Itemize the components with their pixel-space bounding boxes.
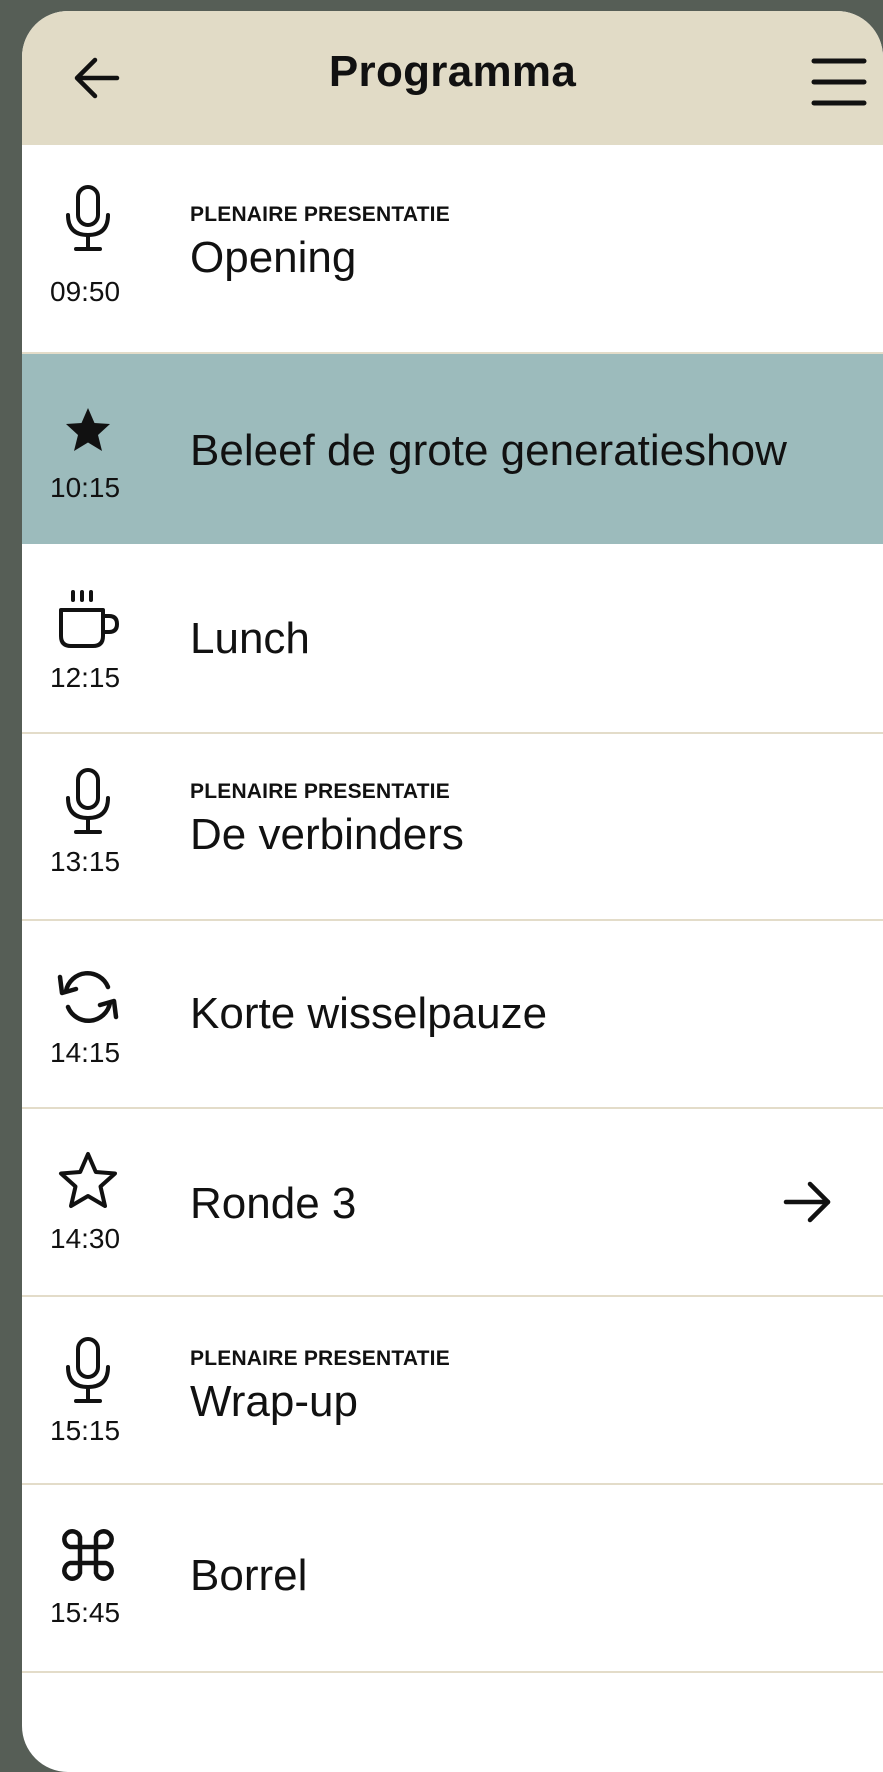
- item-time: 10:15: [50, 472, 121, 503]
- menu-button[interactable]: [794, 47, 883, 117]
- item-title: De verbinders: [190, 810, 464, 859]
- item-time: 15:15: [50, 1415, 121, 1446]
- item-time: 14:30: [50, 1223, 121, 1254]
- hamburger-menu-icon: [811, 56, 867, 108]
- item-title: Opening: [190, 233, 357, 282]
- program-item[interactable]: 15:15 PLENAIRE PRESENTATIE Wrap-up: [22, 1297, 883, 1485]
- microphone-icon: [54, 183, 122, 255]
- program-item[interactable]: 15:45 Borrel: [22, 1485, 883, 1673]
- item-category: PLENAIRE PRESENTATIE: [190, 203, 450, 226]
- app-screen: Programma 09:50 PLENAIRE PRESENTATIE Ope…: [22, 11, 883, 1772]
- item-category: PLENAIRE PRESENTATIE: [190, 780, 450, 803]
- item-time: 15:45: [50, 1597, 121, 1628]
- program-item[interactable]: 13:15 PLENAIRE PRESENTATIE De verbinders: [22, 734, 883, 921]
- star-filled-icon: [54, 394, 122, 466]
- item-title: Ronde 3: [190, 1179, 357, 1228]
- arrow-right-icon[interactable]: [780, 1177, 836, 1227]
- item-title: Korte wisselpauze: [190, 989, 548, 1038]
- program-item[interactable]: 14:30 Ronde 3: [22, 1109, 883, 1297]
- command-icon: [54, 1519, 122, 1591]
- coffee-cup-icon: [54, 584, 122, 656]
- item-title: Wrap-up: [190, 1377, 358, 1426]
- item-title: Beleef de grote generatieshow: [190, 426, 787, 475]
- item-time: 13:15: [50, 846, 121, 877]
- item-time: 12:15: [50, 662, 121, 693]
- item-title: Borrel: [190, 1551, 308, 1600]
- star-outline-icon: [54, 1145, 122, 1217]
- top-bar: Programma: [22, 11, 883, 145]
- item-time: 14:15: [50, 1037, 121, 1068]
- program-item[interactable]: 09:50 PLENAIRE PRESENTATIE Opening: [22, 145, 883, 354]
- program-item-active[interactable]: 10:15 Beleef de grote generatieshow: [22, 354, 883, 544]
- microphone-icon: [54, 766, 122, 838]
- program-list: 09:50 PLENAIRE PRESENTATIE Opening 10:15…: [22, 145, 883, 1673]
- microphone-icon: [54, 1335, 122, 1407]
- program-item[interactable]: 14:15 Korte wisselpauze: [22, 921, 883, 1109]
- program-item[interactable]: 12:15 Lunch: [22, 544, 883, 734]
- item-title: Lunch: [190, 614, 310, 663]
- item-category: PLENAIRE PRESENTATIE: [190, 1347, 450, 1370]
- page-title: Programma: [328, 47, 577, 96]
- item-time: 09:50: [50, 276, 121, 307]
- refresh-icon: [54, 961, 122, 1033]
